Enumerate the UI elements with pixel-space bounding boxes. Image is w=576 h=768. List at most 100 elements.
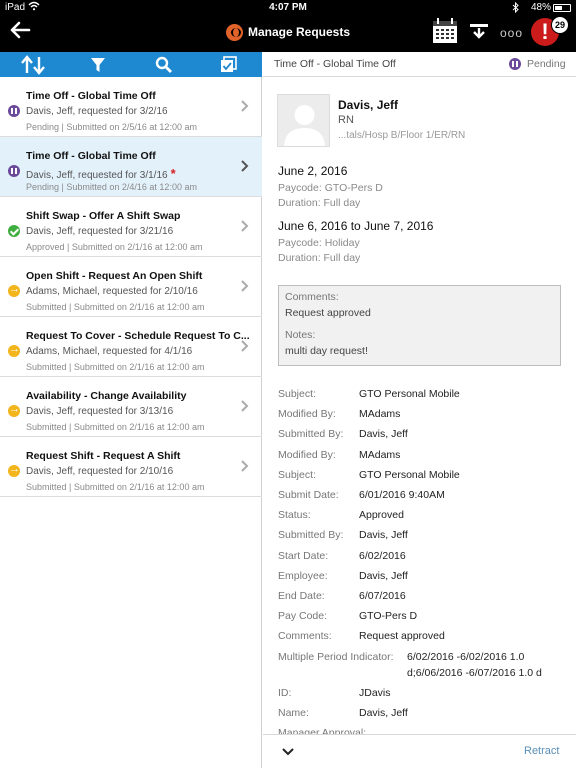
field-value: MAdams [359,408,401,421]
field-label: Multiple Period Indicator: [278,650,394,663]
request-title-text: Time Off - Global Time Off [26,150,156,162]
request-title-text: Open Shift - Request An Open Shift [26,270,203,282]
list-toolbar [0,52,262,77]
field-label: Pay Code: [278,610,328,623]
period-duration: Duration: Full day [278,197,361,209]
request-subtitle: Davis, Jeff, requested for 2/10/16 [26,466,173,477]
request-subtitle: Davis, Jeff, requested for 3/2/16 [26,106,168,117]
field-label: ID: [278,686,292,699]
comments-box: Comments: Request approved Notes: multi … [278,285,561,366]
field-value: Davis, Jeff [359,706,408,719]
request-subtitle-text: Davis, Jeff, requested for 2/10/16 [26,466,174,477]
select-all-icon [221,56,237,72]
request-subtitle: Adams, Michael, requested for 2/10/16 [26,286,198,297]
period-duration: Duration: Full day [278,252,361,264]
chevron-down-icon [282,748,294,756]
field-label: Submitted By: [278,428,344,441]
request-title-text: Shift Swap - Offer A Shift Swap [26,210,181,222]
back-arrow-icon [10,21,31,39]
person-placeholder-icon [284,105,325,146]
calendar-icon [433,18,457,43]
detail-header-title: Time Off - Global Time Off [274,58,396,70]
request-meta: Pending | Submitted on 2/5/16 at 12:00 a… [26,122,197,132]
pending-status-icon [8,165,20,177]
request-list: Time Off - Global Time Off Davis, Jeff, r… [0,77,262,768]
more-dots-icon[interactable]: ooo [500,26,523,40]
request-title: Open Shift - Request An Open Shift [26,270,202,282]
time-off-period: June 6, 2016 to June 7, 2016 Paycode: Ho… [278,219,433,264]
request-title-text: Availability - Change Availability [26,390,187,402]
tray-button[interactable] [468,22,490,42]
retract-button[interactable]: Retract [524,745,559,757]
sort-button[interactable] [20,55,46,75]
submitted-status-icon [8,403,20,417]
field-value: GTO Personal Mobile [359,468,460,481]
field-label: Name: [278,706,309,719]
field-value: 6/01/2016 9:40AM [359,489,445,501]
field-value: 6/07/2016 [359,590,406,602]
request-list-item[interactable]: Availability - Change Availability Davis,… [0,377,262,437]
period-date: June 2, 2016 [278,164,348,178]
required-marker: * [170,166,176,181]
field-value: 6/02/2016 -6/02/2016 1.0 d;6/06/2016 -6/… [407,650,542,679]
avatar [277,94,330,147]
notes-value: multi day request! [285,345,368,357]
field-value: Davis, Jeff [359,428,408,441]
field-label: Modified By: [278,408,336,421]
request-subtitle-text: Adams, Michael, requested for 4/1/16 [26,346,193,357]
field-label: Comments: [278,630,332,643]
select-all-button[interactable] [220,55,238,75]
comments-label: Comments: [285,291,339,303]
chevron-right-icon [241,280,249,292]
request-list-item[interactable]: Request To Cover - Schedule Request To C… [0,317,262,377]
pending-status-icon [8,105,20,117]
sort-icon [21,55,45,75]
request-meta: Submitted | Submitted on 2/1/16 at 12:00… [26,302,205,312]
period-paycode: Paycode: Holiday [278,237,360,249]
search-button[interactable] [155,55,173,75]
submitted-status-icon [8,283,20,297]
request-subtitle-text: Davis, Jeff, requested for 3/13/16 [26,406,174,417]
field-value: Approved [359,509,404,522]
battery-icon [553,4,571,12]
request-title: Shift Swap - Offer A Shift Swap [26,210,180,222]
filter-button[interactable] [90,55,106,75]
request-meta: Approved | Submitted on 2/1/16 at 12:00 … [26,242,203,252]
field-label: Manager Approval: [278,727,367,734]
field-label: End Date: [278,590,325,602]
request-title-text: Request To Cover - Schedule Request To C… [26,330,250,342]
field-value: 6/02/2016 [359,549,406,562]
request-title: Time Off - Global Time Off [26,150,156,162]
request-list-item[interactable]: Time Off - Global Time Off Davis, Jeff, r… [0,137,262,197]
field-value: JDavis [359,686,391,699]
expand-button[interactable] [281,745,295,757]
field-value: MAdams [359,448,401,461]
request-title: Availability - Change Availability [26,390,186,402]
submitted-status-icon [8,343,20,357]
request-list-item[interactable]: Shift Swap - Offer A Shift Swap Davis, Je… [0,197,262,257]
approved-status-icon [8,225,20,237]
request-title-text: Request Shift - Request A Shift [26,450,181,462]
field-label: Submit Date: [278,489,339,501]
bluetooth-icon [512,1,519,16]
request-title: Request Shift - Request A Shift [26,450,180,462]
chevron-right-icon [241,400,249,412]
status-time: 4:07 PM [269,2,307,13]
detail-status-label: Pending [527,58,566,70]
back-button[interactable] [8,20,36,44]
request-list-item[interactable]: Request Shift - Request A Shift Davis, Je… [0,437,262,497]
field-label: Submitted By: [278,529,344,542]
detail-footer: Retract [263,734,576,768]
comments-value: Request approved [285,307,371,319]
chevron-right-icon [241,100,249,112]
request-list-item[interactable]: Open Shift - Request An Open Shift Adams,… [0,257,262,317]
request-meta: Pending | Submitted on 2/4/16 at 12:00 a… [26,182,197,192]
request-list-item[interactable]: Time Off - Global Time Off Davis, Jeff, r… [0,77,262,137]
field-value: GTO-Pers D [359,610,418,623]
field-value: Davis, Jeff [359,529,408,542]
field-label: Modified By: [278,448,336,461]
calendar-button[interactable] [432,17,458,45]
request-title-text: Time Off - Global Time Off [26,90,156,102]
request-title: Time Off - Global Time Off [26,90,156,102]
period-paycode: Paycode: GTO-Pers D [278,182,383,194]
